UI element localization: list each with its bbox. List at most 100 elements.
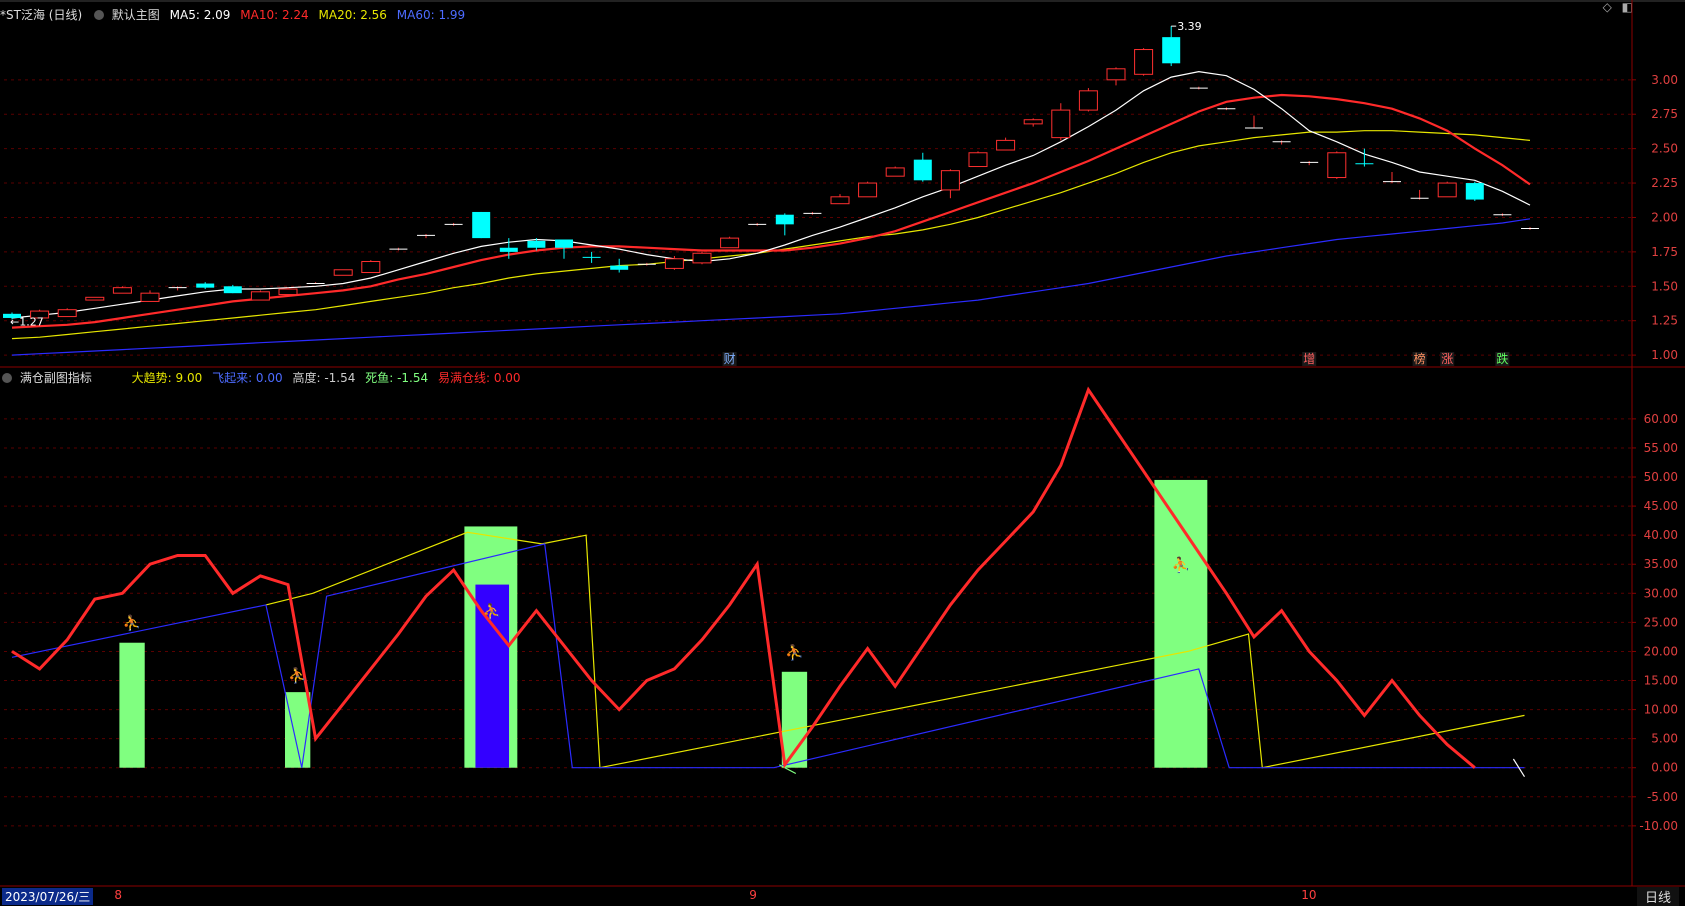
candle xyxy=(1410,189,1429,200)
month-label-sep: 9 xyxy=(749,888,757,902)
candle-body xyxy=(1465,183,1484,200)
candle xyxy=(417,233,435,239)
candle xyxy=(1437,181,1457,198)
candle-body xyxy=(664,258,684,269)
buy-signal-icon: ⛹ xyxy=(483,602,502,621)
date-axis: 2023/07/26/三 8 9 10 xyxy=(0,888,1685,905)
candle-body xyxy=(278,288,298,296)
candle xyxy=(775,213,794,236)
sub-tick-label: 0.00 xyxy=(1651,761,1678,775)
candle-body xyxy=(196,283,215,288)
candle xyxy=(306,282,325,285)
main-tick-label: 2.50 xyxy=(1651,142,1678,156)
sub-tick-label: 55.00 xyxy=(1644,441,1678,455)
candle xyxy=(1272,140,1291,145)
candle xyxy=(1106,67,1126,86)
candle-body xyxy=(57,309,77,318)
candle xyxy=(913,152,932,182)
sub-tick-label: 50.00 xyxy=(1644,470,1678,484)
moving-averages xyxy=(11,70,1531,356)
buy-signal-icon: ⛹ xyxy=(123,613,142,632)
candle-body xyxy=(527,240,546,248)
stock-chart-svg[interactable]: 1.00 1.25 1.50 1.75 2.00 2.25 2.50 2.75 3.00 -10… xyxy=(0,0,1685,903)
green-bar xyxy=(119,642,145,768)
candle xyxy=(1217,107,1236,111)
candle-body xyxy=(1134,49,1154,75)
candle-body xyxy=(555,239,573,248)
marker-label: 增 xyxy=(1303,352,1315,366)
candle xyxy=(250,290,270,301)
sub-tick-label: 15.00 xyxy=(1644,674,1678,688)
ma20-line xyxy=(11,130,1531,340)
main-tick-label: 2.00 xyxy=(1651,210,1678,224)
marker-label: 涨 xyxy=(1441,351,1453,366)
candle xyxy=(223,284,242,294)
ma5-line xyxy=(11,70,1531,319)
sub-tick-label: 40.00 xyxy=(1644,528,1678,542)
green-bar xyxy=(285,692,311,768)
sub-tick-label: 25.00 xyxy=(1644,615,1678,629)
buy-signal-icon: ⛹ xyxy=(288,666,307,685)
candle-body xyxy=(1162,37,1181,64)
candle-body xyxy=(775,214,794,225)
marker-label: 榜 xyxy=(1414,351,1426,366)
buy-signal-icon: ⛹ xyxy=(1172,555,1191,574)
candle-body xyxy=(913,159,932,181)
buy-signal-icon: ⛹ xyxy=(785,642,804,661)
candle xyxy=(610,258,629,273)
candle xyxy=(940,169,960,199)
marker-label: 财 xyxy=(724,352,736,366)
candle xyxy=(1327,151,1347,179)
start-date-label: 2023/07/26/三 xyxy=(2,888,94,905)
candle-body xyxy=(223,286,242,294)
candle xyxy=(1189,86,1208,90)
candle-body xyxy=(692,252,712,264)
candle-body xyxy=(1078,90,1098,111)
candle xyxy=(361,260,381,274)
candle xyxy=(582,251,601,263)
main-tick-label: 1.50 xyxy=(1651,279,1678,293)
event-markers: 财 增 榜涨 跌 xyxy=(722,351,1510,366)
candle xyxy=(389,247,408,251)
candle-body xyxy=(112,287,132,294)
candle xyxy=(1465,181,1484,201)
sub-tick-label: 20.00 xyxy=(1644,644,1678,658)
month-label-oct: 10 xyxy=(1301,888,1317,902)
candle xyxy=(1521,227,1539,230)
sub-tick-label: 30.00 xyxy=(1644,586,1678,600)
main-tick-label: 3.00 xyxy=(1651,73,1678,87)
sub-value-axis: -10.00 -5.00 0.00 5.00 10.00 15.00 20.00 25.00 3… xyxy=(1632,412,1678,833)
candle xyxy=(1078,88,1098,112)
candle-body xyxy=(940,170,960,191)
candle xyxy=(1051,103,1071,141)
candle-body xyxy=(499,247,518,252)
series-line-1 xyxy=(265,531,1525,769)
main-tick-label: 1.00 xyxy=(1651,348,1678,362)
sub-gridlines xyxy=(4,418,1632,827)
candle xyxy=(333,269,353,276)
main-price-axis: 1.00 1.25 1.50 1.75 2.00 2.25 2.50 2.75 3.00 xyxy=(1632,73,1678,362)
main-tick-label: 2.25 xyxy=(1651,176,1678,190)
candle-body xyxy=(720,237,740,249)
series-line-0 xyxy=(11,386,1476,769)
candle xyxy=(1383,172,1401,184)
candle xyxy=(57,308,77,318)
candle xyxy=(196,282,215,290)
candle-body xyxy=(333,269,353,276)
indicator-signals: ⛹ ⛹ ⛹ ⛹ ⛹ xyxy=(123,555,1190,684)
period-tab-daily[interactable]: 日线 xyxy=(1636,887,1679,906)
main-tick-label: 1.25 xyxy=(1651,314,1678,328)
candle xyxy=(803,211,822,215)
high-price-label: 3.39 xyxy=(1177,20,1202,33)
candle xyxy=(858,181,878,198)
candle-body xyxy=(85,296,105,301)
sub-tick-label: -5.00 xyxy=(1647,790,1678,804)
candle xyxy=(112,286,132,294)
candle xyxy=(278,287,298,296)
low-price-label: ←1.27 xyxy=(10,315,44,328)
sub-tick-label: -10.00 xyxy=(1639,819,1678,833)
candle-body xyxy=(1437,182,1457,198)
candle xyxy=(1245,115,1263,129)
candle xyxy=(1300,161,1319,166)
candle xyxy=(885,166,905,177)
